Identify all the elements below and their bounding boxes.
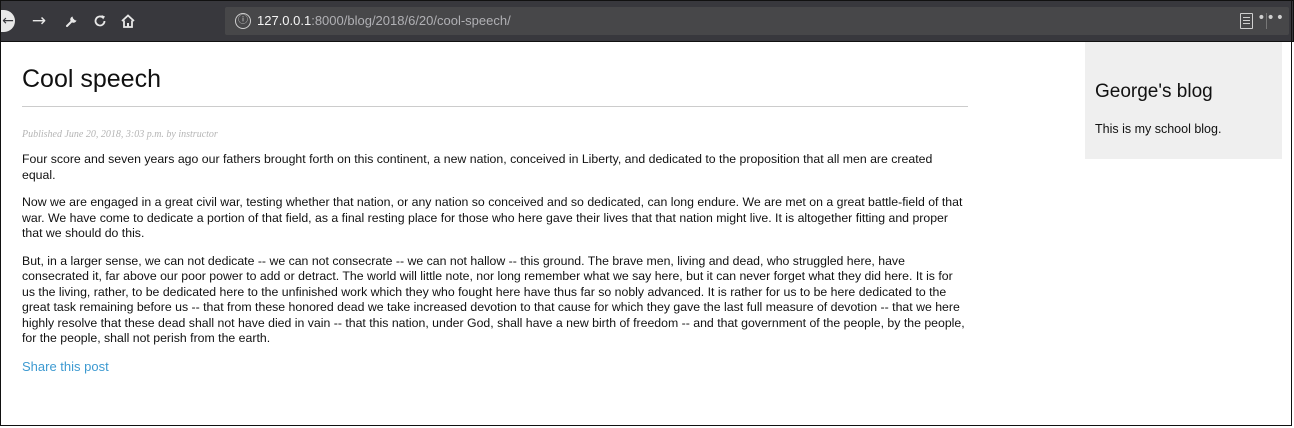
post-content: Cool speech Published June 20, 2018, 3:0… xyxy=(22,42,968,376)
blog-description: This is my school blog. xyxy=(1095,122,1222,136)
title-divider xyxy=(22,106,968,107)
post-paragraph-1: Four score and seven years ago our fathe… xyxy=(22,152,933,182)
sidebar: George's blog This is my school blog. xyxy=(1085,42,1282,159)
post-title: Cool speech xyxy=(22,65,161,93)
share-post-link[interactable]: Share this post xyxy=(22,359,109,374)
blog-title: George's blog xyxy=(1095,81,1213,102)
post-meta: Published June 20, 2018, 3:03 p.m. by in… xyxy=(22,129,218,140)
post-paragraph-3: But, in a larger sense, we can not dedic… xyxy=(22,253,965,346)
post-paragraph-2: Now we are engaged in a great civil war,… xyxy=(22,195,963,240)
